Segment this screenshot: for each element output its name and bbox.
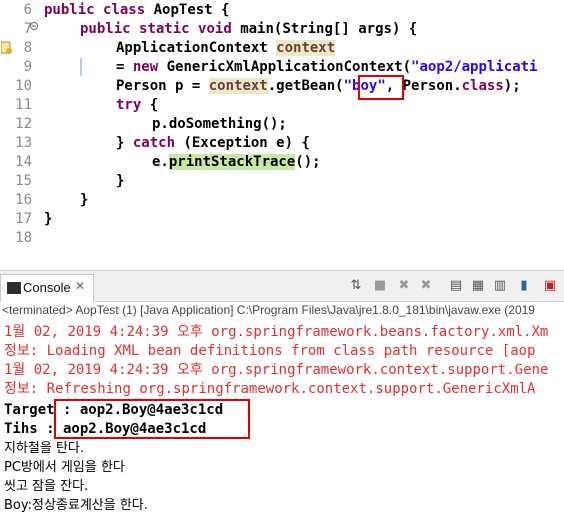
- punctuation: {: [212, 2, 230, 18]
- punctuation: (: [175, 135, 192, 151]
- line-number: 17: [15, 211, 32, 227]
- display-console-icon[interactable]: ▣: [542, 278, 558, 294]
- punctuation: }: [44, 211, 53, 227]
- line-number: 14: [15, 154, 32, 170]
- string-literal: "aop2/applicati: [411, 59, 538, 75]
- tab-label: Console: [23, 280, 71, 295]
- line-number: 18: [15, 230, 32, 246]
- code-line-7: public static void main(String[] args) {: [80, 20, 417, 39]
- punctuation: []: [332, 21, 359, 37]
- terminate-icon[interactable]: ■: [372, 278, 388, 294]
- line-number: 9: [23, 59, 32, 75]
- keyword: new: [132, 59, 159, 75]
- punctuation: }: [116, 135, 133, 151]
- type-name: String: [282, 21, 333, 37]
- pin-console-icon[interactable]: ▮: [516, 278, 532, 294]
- code-line-14: e.printStackTrace();: [152, 153, 321, 172]
- line-number: 16: [15, 192, 32, 208]
- code-editor[interactable]: 6 7 8 9 10 11 12 13 14 15 16 17 18 publi…: [0, 0, 564, 268]
- punctuation: (: [402, 59, 412, 75]
- code-text: p =: [166, 78, 209, 94]
- code-line-16: }: [80, 191, 88, 210]
- code-line-15: }: [116, 172, 124, 191]
- punctuation: ) {: [391, 21, 418, 37]
- fold-collapse-icon[interactable]: [30, 22, 38, 30]
- remove-launch-icon[interactable]: ✖: [396, 278, 412, 294]
- tab-console[interactable]: Console ✕: [0, 274, 94, 302]
- class-name: AopTest: [153, 2, 213, 18]
- code-line-6: public class AopTest {: [44, 1, 229, 20]
- console-line: 씻고 잠을 잔다.: [4, 479, 89, 494]
- console-line: PC방에서 게임을 한다: [4, 460, 125, 475]
- keyword: public: [80, 21, 131, 37]
- keyword: public: [44, 2, 95, 18]
- punctuation: ();: [295, 154, 321, 170]
- parameter: args: [358, 21, 392, 37]
- console-tab-bar: Console ✕ ⇅ ■ ✖ ✖ ▤ ▦ ▥ ▮ ▣: [0, 270, 564, 302]
- operator: =: [116, 59, 133, 75]
- punctuation: }: [80, 192, 89, 208]
- console-line: 정보: Refreshing org.springframework.conte…: [4, 381, 536, 397]
- line-number: 7: [23, 21, 32, 37]
- close-icon[interactable]: ✕: [75, 279, 85, 293]
- console-view: Console ✕ ⇅ ■ ✖ ✖ ▤ ▦ ▥ ▮ ▣ <terminated>…: [0, 270, 564, 514]
- console-line: 1월 02, 2019 4:24:39 오후 org.springframewo…: [4, 324, 549, 340]
- line-number: 13: [15, 135, 32, 151]
- code-line-13: } catch (Exception e) {: [116, 134, 310, 153]
- type-name: ApplicationContext: [116, 40, 268, 56]
- code-text: p.doSomething();: [152, 116, 287, 132]
- code-line-8: ApplicationContext context: [116, 39, 336, 58]
- word-wrap-icon[interactable]: ▥: [492, 278, 508, 294]
- line-number-gutter: 6 7 8 9 10 11 12 13 14 15 16 17 18: [0, 0, 38, 268]
- keyword: static: [139, 21, 190, 37]
- line-number: 12: [15, 116, 32, 132]
- code-text: e) {: [267, 135, 310, 151]
- clear-console-icon[interactable]: ▦: [470, 278, 486, 294]
- remove-all-icon[interactable]: ✖: [418, 278, 434, 294]
- method-name: main: [240, 21, 274, 37]
- text-cursor: [80, 58, 82, 76]
- type-name: Exception: [191, 135, 268, 151]
- console-line: 지하철을 탄다.: [4, 441, 85, 456]
- type-name: GenericXmlApplicationContext: [166, 59, 403, 75]
- line-number: 6: [23, 2, 32, 18]
- variable: context: [276, 40, 336, 56]
- keyword: class: [461, 78, 504, 94]
- console-line: 1월 02, 2019 4:24:39 오후 org.springframewo…: [4, 362, 549, 378]
- keyword: void: [198, 21, 232, 37]
- code-text: e.: [152, 154, 169, 170]
- line-number: 15: [15, 173, 32, 189]
- code-text: .getBean(: [267, 78, 344, 94]
- console-status: <terminated> AopTest (1) [Java Applicati…: [2, 303, 535, 317]
- line-number: 11: [15, 97, 32, 113]
- line-number: 10: [15, 78, 32, 94]
- keyword: class: [103, 2, 146, 18]
- type-name: Person: [116, 78, 167, 94]
- scroll-lock-icon[interactable]: ▤: [448, 278, 464, 294]
- code-line-11: try {: [116, 96, 158, 115]
- punctuation: );: [503, 78, 521, 94]
- console-line: Boy:정상종료계산을 한다.: [4, 498, 148, 513]
- punctuation: {: [141, 97, 159, 113]
- console-line: 정보: Loading XML bean definitions from cl…: [4, 343, 536, 359]
- keyword: catch: [132, 135, 176, 151]
- code-line-12: p.doSomething();: [152, 115, 287, 134]
- console-icon: [7, 282, 21, 294]
- variable: context: [208, 78, 268, 94]
- keyword: try: [116, 97, 142, 113]
- punctuation: }: [116, 173, 125, 189]
- method-name: printStackTrace: [168, 154, 296, 170]
- annotation-red-box: [358, 75, 404, 100]
- annotation-red-box: [54, 399, 250, 439]
- code-line-17: }: [44, 210, 52, 229]
- pin-icon[interactable]: ⇅: [348, 278, 364, 294]
- warning-marker-icon[interactable]: [1, 41, 13, 55]
- code-line-9: = new GenericXmlApplicationContext("aop2…: [116, 58, 537, 77]
- code-line-10: Person p = context.getBean("boy", Person…: [116, 77, 521, 96]
